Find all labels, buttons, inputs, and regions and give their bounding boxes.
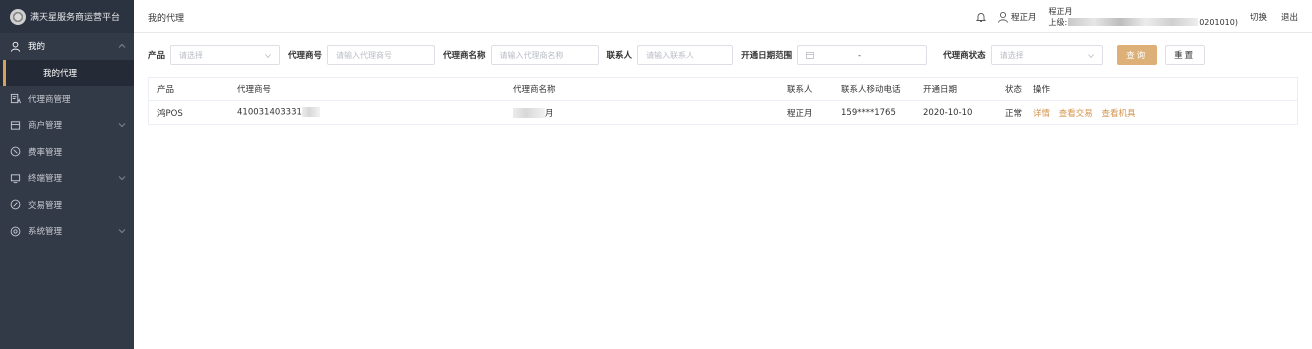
sidebar-item-label: 交易管理 — [28, 200, 63, 211]
agent-icon — [9, 93, 21, 105]
sidebar-item-label: 我的 — [28, 42, 46, 53]
sidebar-item-label: 终端管理 — [28, 174, 63, 185]
chevron-up-icon — [118, 42, 126, 50]
contact-placeholder: 请输入联系人 — [646, 50, 695, 60]
status-placeholder: 请选择 — [999, 50, 1024, 60]
terminal-icon — [9, 172, 21, 184]
cell-agent-name-tail: 月 — [545, 108, 554, 119]
contact-label: 联系人 — [606, 51, 633, 61]
sidebar-item-rate-management[interactable]: 费率管理 — [0, 139, 134, 166]
bell-icon[interactable] — [975, 11, 987, 23]
date-range-picker[interactable]: - — [797, 45, 928, 65]
parent-suffix: 0201010) — [1199, 17, 1238, 27]
sidebar-item-label: 代理商管理 — [28, 94, 71, 105]
parent-prefix: 上级: — [1048, 17, 1068, 27]
col-actions: 操作 — [1033, 85, 1051, 95]
date-range-label: 开通日期范围 — [741, 51, 793, 61]
redacted-agent-no — [301, 107, 320, 118]
agent-no-input[interactable]: 请输入代理商号 — [327, 45, 436, 65]
top-bar: 我的代理 程正月 程正月 上级: 0201010) 切换 退出 — [134, 0, 1312, 33]
user-info-name: 程正月 — [1048, 6, 1073, 16]
col-status: 状态 — [1005, 85, 1023, 95]
agent-no-placeholder: 请输入代理商号 — [336, 50, 393, 60]
cell-agent-name: 月 — [513, 107, 787, 119]
product-label: 产品 — [148, 51, 166, 61]
agent-no-label: 代理商号 — [288, 51, 323, 61]
view-transactions-link[interactable]: 查看交易 — [1059, 109, 1093, 119]
logo-bar: 满天星服务商运营平台 — [0, 0, 134, 33]
merchant-icon — [9, 119, 21, 131]
sidebar-item-label: 系统管理 — [28, 227, 63, 238]
user-name: 程正月 — [1011, 12, 1037, 23]
view-devices-link[interactable]: 查看机具 — [1101, 109, 1135, 119]
logout-button[interactable]: 退出 — [1281, 11, 1298, 23]
sidebar-item-label: 商户管理 — [28, 121, 63, 132]
col-agent-no: 代理商号 — [237, 85, 272, 95]
top-right-controls: 程正月 程正月 上级: 0201010) 切换 退出 — [975, 0, 1312, 33]
col-contact: 联系人 — [787, 85, 813, 95]
sidebar-item-merchant-management[interactable]: 商户管理 — [0, 112, 134, 139]
status-select[interactable]: 请选择 — [990, 45, 1103, 65]
chevron-down-icon — [265, 52, 271, 59]
chevron-down-icon — [1087, 52, 1094, 59]
calendar-icon — [806, 51, 814, 59]
status-label: 代理商状态 — [943, 51, 986, 61]
sidebar-item-transaction-management[interactable]: 交易管理 — [0, 192, 134, 219]
detail-link[interactable]: 详情 — [1033, 109, 1050, 119]
settings-icon — [9, 225, 21, 237]
product-placeholder: 请选择 — [179, 50, 204, 60]
cell-agent-no: 410031403331 — [237, 107, 513, 118]
cell-agent-no-text: 410031403331 — [237, 107, 302, 118]
col-product: 产品 — [157, 85, 175, 95]
redacted-agent-name — [513, 108, 545, 118]
cell-actions: 详情 查看交易 查看机具 — [1033, 107, 1173, 119]
redacted-parent-name — [1068, 18, 1199, 26]
sidebar-item-label: 费率管理 — [28, 147, 63, 158]
reset-button[interactable]: 重置 — [1164, 45, 1205, 65]
app-title: 满天星服务商运营平台 — [30, 13, 121, 23]
query-button[interactable]: 查询 — [1116, 45, 1157, 65]
user-icon — [997, 11, 1009, 23]
sidebar-item-agent-management[interactable]: 代理商管理 — [0, 86, 134, 113]
cell-open-date: 2020-10-10 — [923, 107, 973, 118]
table-header: 产品 代理商号 代理商名称 联系人 联系人移动电话 开通日期 状态 操作 — [149, 78, 1297, 101]
page-title: 我的代理 — [148, 14, 185, 24]
logo-icon — [10, 8, 26, 25]
chevron-down-icon — [118, 121, 126, 129]
sidebar-item-mine[interactable]: 我的 — [0, 33, 134, 60]
sidebar-item-terminal-management[interactable]: 终端管理 — [0, 165, 134, 192]
user-info: 程正月 上级: 0201010) — [1049, 6, 1238, 28]
filter-bar: 产品 请选择 代理商号 请输入代理商号 代理商名称 请输入代理商名称 联系人 请… — [148, 44, 1205, 66]
main-content: 产品 请选择 代理商号 请输入代理商号 代理商名称 请输入代理商名称 联系人 请… — [134, 33, 1312, 349]
agent-name-placeholder: 请输入代理商名称 — [499, 50, 564, 60]
agent-name-input[interactable]: 请输入代理商名称 — [490, 45, 599, 65]
agent-name-label: 代理商名称 — [443, 51, 486, 61]
switch-button[interactable]: 切换 — [1250, 11, 1267, 23]
date-range-separator: - — [858, 50, 861, 60]
transaction-icon — [9, 199, 21, 211]
chevron-down-icon — [118, 174, 126, 182]
sidebar-subitem-my-agent[interactable]: 我的代理 — [0, 59, 134, 86]
cell-status: 正常 — [1005, 108, 1023, 119]
agent-table: 产品 代理商号 代理商名称 联系人 联系人移动电话 开通日期 状态 操作 鸿PO… — [148, 77, 1298, 125]
rate-icon — [9, 146, 21, 158]
cell-phone: 159****1765 — [841, 107, 896, 118]
cell-contact: 程正月 — [787, 108, 813, 119]
cell-product: 鸿POS — [157, 108, 183, 119]
product-select[interactable]: 请选择 — [170, 45, 281, 65]
sidebar-subitem-label: 我的代理 — [43, 68, 78, 79]
col-open-date: 开通日期 — [923, 85, 958, 95]
table-row: 鸿POS 410031403331 月 程正月 159****1765 2020… — [149, 101, 1297, 124]
parent-agent: 上级: 0201010) — [1049, 17, 1238, 28]
sidebar-item-system-management[interactable]: 系统管理 — [0, 218, 134, 245]
col-phone: 联系人移动电话 — [841, 85, 901, 95]
chevron-down-icon — [118, 227, 126, 235]
sidebar: 满天星服务商运营平台 我的 我的代理 代理商管理 商户管理 费率管理 终端管理 … — [0, 0, 134, 349]
col-agent-name: 代理商名称 — [513, 85, 556, 95]
user-icon — [9, 40, 21, 52]
contact-input[interactable]: 请输入联系人 — [637, 45, 734, 65]
